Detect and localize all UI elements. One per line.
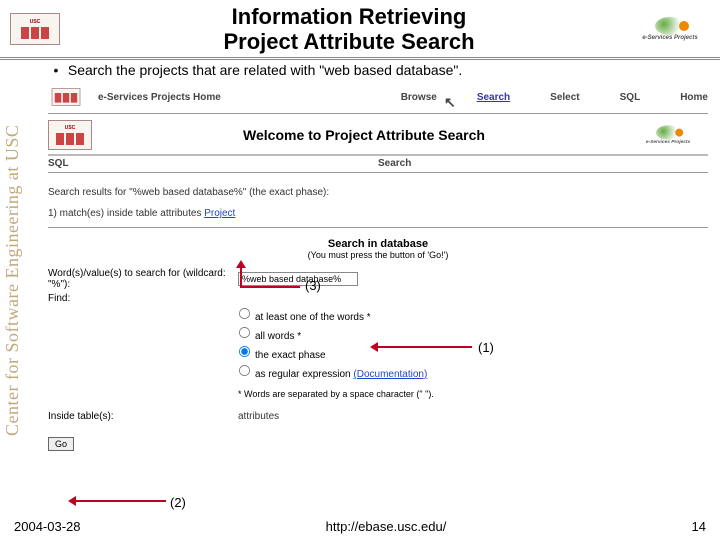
footer-url: http://ebase.usc.edu/ xyxy=(326,519,447,534)
opt-exact[interactable]: the exact phase xyxy=(238,345,708,364)
title-line-2: Project Attribute Search xyxy=(223,29,474,54)
nav-browse[interactable]: Browse xyxy=(401,92,437,103)
words-row: Word(s)/value(s) to search for (wildcard… xyxy=(48,268,708,290)
screenshot-nav: e-Services Projects Home Browse Search S… xyxy=(48,84,708,110)
nav-sql[interactable]: SQL xyxy=(620,92,641,103)
nav-search[interactable]: Search xyxy=(477,92,510,103)
sub-usc-logo: USC xyxy=(48,120,92,150)
usc-logo: USC xyxy=(10,13,60,45)
title-bar: USC Information Retrieving Project Attri… xyxy=(0,0,720,60)
words-input[interactable]: %web based database% xyxy=(238,272,358,286)
eservices-swirl-icon xyxy=(655,17,685,35)
welcome-title: Welcome to Project Attribute Search xyxy=(100,127,628,143)
usc-logo-text: USC xyxy=(30,19,41,25)
bullet-text: • Search the projects that are related w… xyxy=(48,62,708,78)
slide-title: Information Retrieving Project Attribute… xyxy=(68,4,630,55)
find-label: Find: xyxy=(48,293,238,304)
footer: 2004-03-28 http://ebase.usc.edu/ 14 xyxy=(0,519,720,534)
regex-doc-link[interactable]: (Documentation) xyxy=(353,369,427,380)
annotation-1: (1) xyxy=(478,340,494,355)
sub-eservices-logo: e-Services Projects xyxy=(636,121,700,148)
search-db-subtitle: (You must press the button of 'Go!') xyxy=(48,250,708,260)
nav-usc-logo xyxy=(52,88,81,106)
footer-date: 2004-03-28 xyxy=(14,519,81,534)
opt-regex[interactable]: as regular expression (Documentation) xyxy=(238,364,708,383)
search-db-title: Search in database xyxy=(48,238,708,250)
find-row: Find: xyxy=(48,293,708,304)
inside-label: Inside table(s): xyxy=(48,411,238,422)
nav-select[interactable]: Select xyxy=(550,92,579,103)
inside-row: Inside table(s): attributes xyxy=(48,411,708,422)
results-match: 1) match(es) inside table attributes Pro… xyxy=(48,208,708,219)
eservices-label: e-Services Projects xyxy=(642,35,697,41)
footer-page: 14 xyxy=(692,519,706,534)
results-match-text: 1) match(es) inside table attributes xyxy=(48,208,204,219)
bullet-content: Search the projects that are related wit… xyxy=(68,62,462,78)
go-button[interactable]: Go xyxy=(48,437,74,451)
sidebar-label: Center for Software Engineering at USC xyxy=(2,60,23,500)
tab-sql[interactable]: SQL xyxy=(48,158,378,169)
sub-eservices-swirl-icon xyxy=(656,125,680,139)
words-label: Word(s)/value(s) to search for (wildcard… xyxy=(48,268,238,290)
nav-main[interactable]: Home xyxy=(680,92,708,103)
opt-allwords[interactable]: all words * xyxy=(238,326,708,345)
annotation-3: (3) xyxy=(305,278,321,293)
inside-value: attributes xyxy=(238,411,279,422)
nav-home[interactable]: e-Services Projects Home xyxy=(98,92,221,103)
words-note: * Words are separated by a space charact… xyxy=(238,389,708,399)
annotation-2: (2) xyxy=(170,495,186,510)
opt-atleast[interactable]: at least one of the words * xyxy=(238,307,708,326)
eservices-logo: e-Services Projects xyxy=(630,12,710,46)
bullet-marker: • xyxy=(48,62,64,78)
title-line-1: Information Retrieving xyxy=(232,4,467,29)
results-line: Search results for "%web based database%… xyxy=(48,187,708,198)
sub-header: USC Welcome to Project Attribute Search … xyxy=(48,118,708,152)
cursor-icon: ↖ xyxy=(444,94,456,111)
sub-tabs: SQL Search xyxy=(48,158,708,169)
tab-search[interactable]: Search xyxy=(378,158,708,169)
find-options: at least one of the words * all words * … xyxy=(238,307,708,383)
results-match-link[interactable]: Project xyxy=(204,208,235,219)
